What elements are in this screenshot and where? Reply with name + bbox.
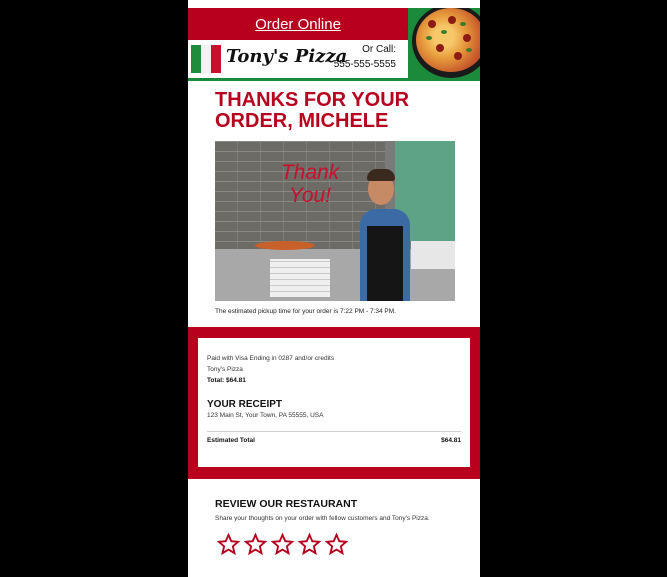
divider: [207, 431, 461, 432]
star-1-icon[interactable]: [217, 533, 240, 556]
star-2-icon[interactable]: [244, 533, 267, 556]
receipt-title: YOUR RECEIPT: [207, 399, 283, 410]
thank-you-text: Thank You!: [280, 161, 340, 207]
store-name: Tony's Pizza: [207, 366, 243, 373]
star-rating: [217, 533, 348, 556]
header: Order Online Tony's Pizza Or Call: 555-5…: [188, 8, 480, 81]
brand-logo: Tony's Pizza: [226, 46, 348, 67]
receipt-card: Paid with Visa Ending in 0287 and/or cre…: [198, 338, 470, 467]
email-body: Order Online Tony's Pizza Or Call: 555-5…: [188, 0, 480, 577]
thank-you-photo: Thank You!: [215, 141, 455, 301]
pickup-time-text: The estimated pickup time for your order…: [215, 308, 396, 315]
star-5-icon[interactable]: [325, 533, 348, 556]
italian-flag-icon: [191, 45, 221, 73]
order-online-link[interactable]: Order Online: [255, 16, 341, 33]
estimated-total-label: Estimated Total: [207, 437, 255, 444]
receipt-section: Paid with Visa Ending in 0287 and/or cre…: [188, 327, 480, 479]
star-4-icon[interactable]: [298, 533, 321, 556]
call-label: Or Call:: [362, 44, 396, 55]
payment-method: Paid with Visa Ending in 0287 and/or cre…: [207, 355, 335, 362]
review-heading: REVIEW OUR RESTAURANT: [215, 498, 358, 510]
order-online-bar: Order Online: [188, 8, 408, 40]
pizza-image: [408, 8, 480, 81]
estimated-total-value: $64.81: [441, 437, 461, 444]
store-address: 123 Main St, Your Town, PA 55555, USA: [207, 412, 324, 419]
order-total: Total: $64.81: [207, 377, 246, 384]
phone-number[interactable]: 555-555-5555: [334, 59, 396, 70]
star-3-icon[interactable]: [271, 533, 294, 556]
review-subtitle: Share your thoughts on your order with f…: [215, 515, 430, 522]
thanks-heading: THANKS FOR YOUR ORDER, MICHELE: [215, 89, 410, 132]
brand-bar: Tony's Pizza Or Call: 555-555-5555: [188, 40, 408, 81]
